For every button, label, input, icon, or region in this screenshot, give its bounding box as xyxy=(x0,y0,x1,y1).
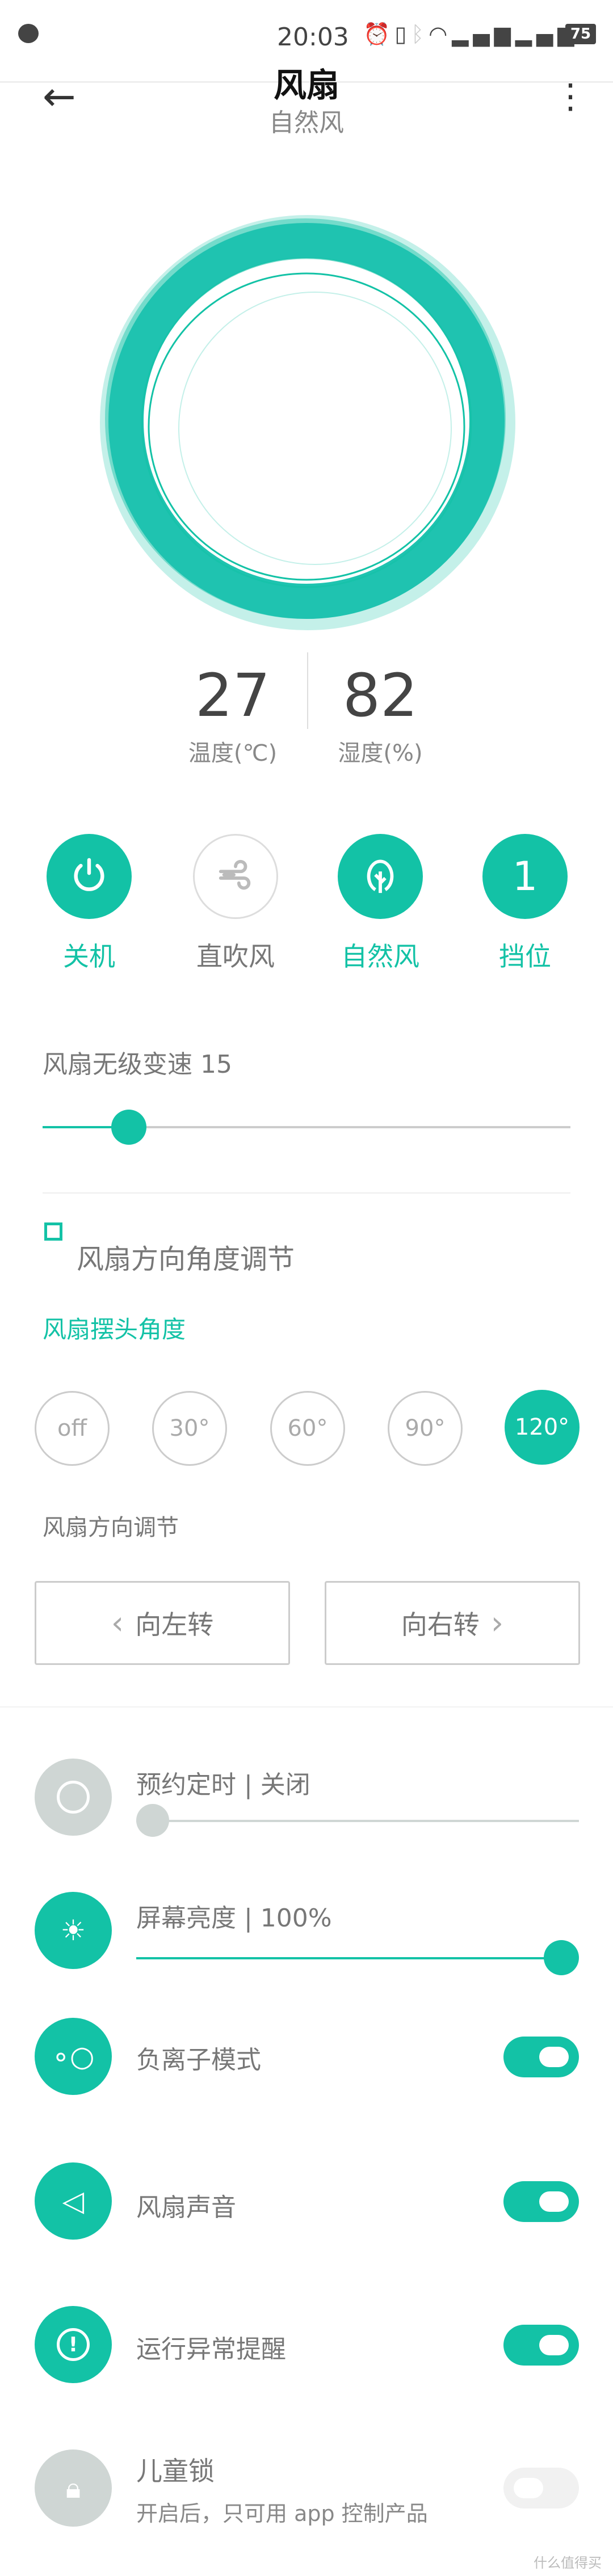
timer-slider-thumb[interactable] xyxy=(136,1804,169,1837)
ion-icon-badge: ∘○ xyxy=(35,2018,112,2095)
clock-icon xyxy=(57,1781,90,1814)
humidity-value: 82 xyxy=(342,661,418,730)
timer-label: 预约定时 | 关闭 xyxy=(136,1770,310,1799)
turn-right-button[interactable]: 向右转 › xyxy=(325,1581,580,1665)
direction-adjust-title: 风扇方向调节 xyxy=(43,1515,179,1541)
alert-toggle[interactable] xyxy=(503,2325,579,2366)
timer-slider[interactable] xyxy=(136,1820,579,1822)
mode-label: 关机 xyxy=(63,941,115,972)
ion-label: 负离子模式 xyxy=(136,2046,261,2075)
more-menu-button[interactable]: ⋮ xyxy=(553,79,587,113)
child-lock-sub: 开启后，只可用 app 控制产品 xyxy=(136,2501,428,2526)
turn-right-label: 向右转 xyxy=(401,1609,480,1640)
alert-label: 运行异常提醒 xyxy=(136,2335,286,2364)
page-title: 风扇 xyxy=(273,66,339,104)
turn-left-label: 向左转 xyxy=(135,1609,214,1640)
leaf-icon xyxy=(367,859,394,893)
direction-angle-icon xyxy=(44,1222,62,1241)
direct-wind-button[interactable] xyxy=(193,834,278,919)
chevron-left-icon: ‹ xyxy=(111,1604,124,1642)
level-number: 1 xyxy=(512,853,538,900)
wifi-icon: ◠ xyxy=(429,22,452,47)
sound-label: 风扇声音 xyxy=(136,2193,236,2222)
brightness-label: 屏幕亮度 | 100% xyxy=(136,1904,332,1933)
power-icon xyxy=(74,858,104,891)
mode-label: 挡位 xyxy=(499,941,551,972)
exclamation-icon: ! xyxy=(57,2328,90,2361)
swing-angle-title: 风扇摆头角度 xyxy=(43,1316,186,1343)
angle-option-60[interactable]: 60° xyxy=(270,1391,345,1466)
speed-label: 风扇无级变速 15 xyxy=(43,1050,232,1079)
angle-option-120[interactable]: 120° xyxy=(505,1390,580,1465)
fan-ring-graphic xyxy=(100,215,515,630)
brightness-slider-thumb[interactable] xyxy=(544,1940,579,1975)
gear-level-button[interactable]: 1 xyxy=(482,834,568,919)
lock-icon: 🔒︎ xyxy=(65,2471,81,2505)
ion-toggle[interactable] xyxy=(503,2037,579,2077)
natural-wind-button[interactable] xyxy=(338,834,423,919)
divider xyxy=(43,1192,570,1194)
bubbles-icon: ∘○ xyxy=(52,2040,95,2073)
speaker-icon: ◁ xyxy=(62,2185,85,2217)
bluetooth-icon: ᛒ xyxy=(411,22,429,47)
brightness-icon-badge: ☀ xyxy=(35,1892,112,1969)
watermark: 什么值得买 xyxy=(534,2555,602,2571)
mode-label: 自然风 xyxy=(341,941,419,972)
child-lock-label: 儿童锁 xyxy=(136,2456,215,2486)
direction-section-title: 风扇方向角度调节 xyxy=(77,1243,295,1275)
alarm-icon: ⏰ xyxy=(363,22,395,47)
angle-option-off[interactable]: off xyxy=(35,1391,110,1466)
alert-icon-badge: ! xyxy=(35,2306,112,2383)
sunrise-icon: ☀ xyxy=(60,1914,86,1947)
brightness-slider[interactable] xyxy=(136,1957,568,1959)
clock: 20:03 xyxy=(277,23,349,52)
child-lock-toggle[interactable] xyxy=(503,2468,579,2508)
child-lock-icon-badge: 🔒︎ xyxy=(35,2449,112,2527)
sound-toggle[interactable] xyxy=(503,2181,579,2222)
power-off-button[interactable] xyxy=(47,834,132,919)
speed-slider-thumb[interactable] xyxy=(111,1110,146,1145)
vibrate-icon: ▯ xyxy=(394,22,412,47)
temperature-label: 温度(℃) xyxy=(188,740,278,766)
chat-bubble-icon xyxy=(18,24,39,43)
page-subtitle: 自然风 xyxy=(269,108,344,137)
humidity-label: 湿度(%) xyxy=(338,740,423,766)
wind-icon xyxy=(219,859,251,890)
timer-icon-badge xyxy=(35,1759,112,1836)
sound-icon-badge: ◁ xyxy=(35,2162,112,2240)
chevron-right-icon: › xyxy=(490,1604,504,1642)
battery-icon: 75 xyxy=(565,24,596,44)
angle-option-30[interactable]: 30° xyxy=(152,1391,227,1466)
signal-icon: ▂▄▆ xyxy=(452,22,515,47)
divider xyxy=(0,1706,613,1708)
temperature-value: 27 xyxy=(195,661,271,730)
mode-label: 直吹风 xyxy=(196,941,275,972)
status-icons: ⏰▯ᛒ◠▂▄▆▂▄▆ xyxy=(363,22,579,47)
angle-option-90[interactable]: 90° xyxy=(388,1391,463,1466)
turn-left-button[interactable]: ‹ 向左转 xyxy=(35,1581,290,1665)
